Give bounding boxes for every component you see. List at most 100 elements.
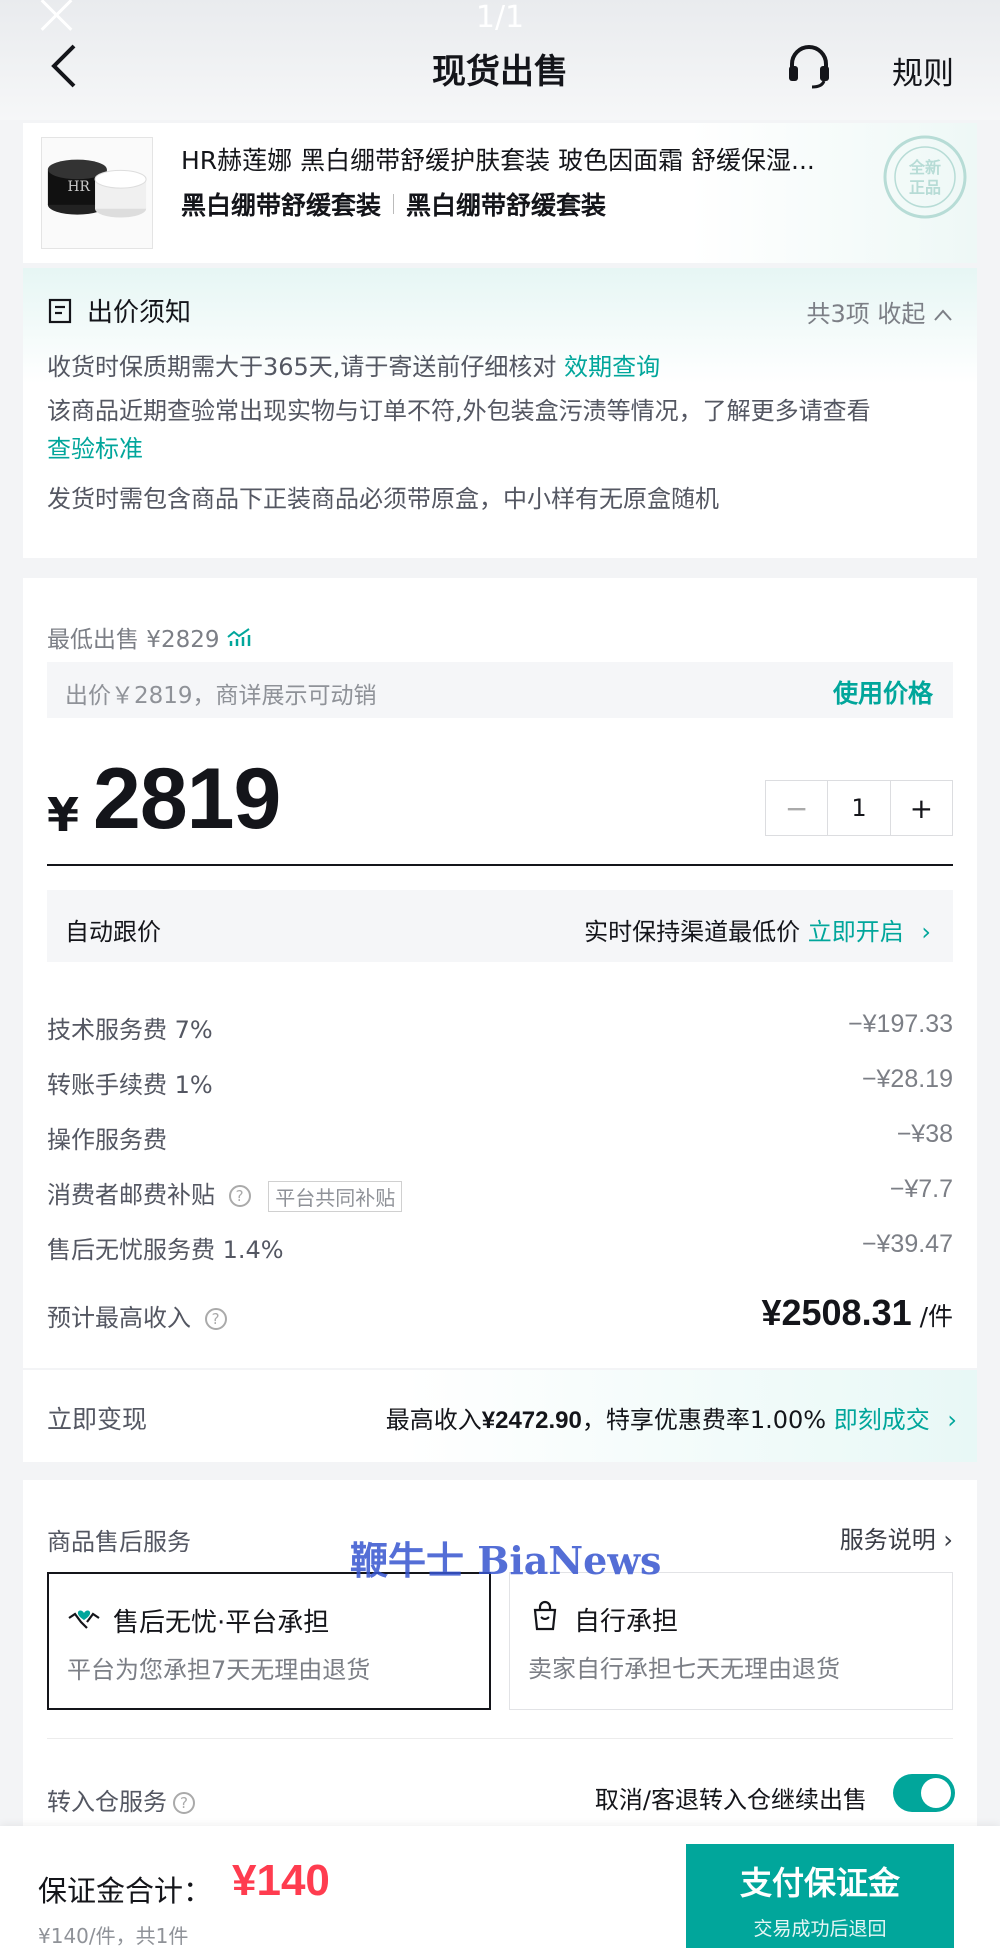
customer-service-icon[interactable] [786,42,832,90]
help-icon[interactable]: ? [228,1185,251,1207]
fee-label: 消费者邮费补贴 [47,1181,215,1209]
watermark: 鞭牛士 BiaNews [350,1538,662,1583]
option-title: 售后无忧·平台承担 [113,1608,330,1638]
trend-chart-icon [227,628,251,646]
warehouse-service-label: 转入仓服务? [47,1782,195,1817]
fee-amount: −¥38 [896,1120,953,1148]
notice-item: 该商品近期查验常出现实物与订单不符,外包装盒污渍等情况，了解更多请查看 查验标准 [47,392,957,468]
estimated-income-row: 预计最高收入 ? ¥2508.31 /件 [47,1292,953,1348]
handshake-heart-icon [68,1610,100,1629]
quantity-increase-button[interactable]: + [891,781,952,835]
pager-indicator: 1/1 [475,0,525,35]
enable-now-link[interactable]: 立即开启 [808,918,904,946]
product-specs: 黑白绷带舒缓套装 黑白绷带舒缓套装 [181,186,606,222]
product-thumbnail: HR [41,137,153,249]
quantity-value[interactable]: 1 [827,781,891,835]
rules-link[interactable]: 规则 [892,48,954,93]
income-amount: ¥2508.31 [761,1292,912,1333]
fee-amount: −¥7.7 [889,1175,953,1203]
deposit-label: 保证金合计： [38,1874,213,1908]
instant-cash-row[interactable]: 立即变现 最高收入¥2472.90，特享优惠费率1.00% 即刻成交 › [23,1370,977,1462]
notice-collapse-toggle[interactable]: 共3项 收起 [806,294,953,329]
notice-item: 发货时需包含商品下正装商品必须带原盒，中小样有无原盒随机 [47,480,957,518]
chevron-right-icon: › [921,918,931,946]
fee-row: 消费者邮费补贴 ? 平台共同补贴 −¥7.7 [47,1175,953,1212]
svg-text:HR: HR [68,179,91,195]
cash-prefix: 最高收入 [385,1406,482,1434]
fee-row: 售后无忧服务费 1.4% −¥39.47 [47,1230,953,1266]
instant-deal-link[interactable]: 即刻成交 [834,1406,930,1434]
auto-follow-row[interactable]: 自动跟价 实时保持渠道最低价 立即开启 › [47,890,953,962]
auto-follow-label: 自动跟价 [65,918,161,946]
quantity-decrease-button[interactable]: − [766,781,827,835]
fee-label: 售后无忧服务费 1.4% [47,1236,284,1264]
cash-amount: ¥2472.90 [481,1407,582,1434]
transfer-label: 转入仓服务 [47,1788,167,1816]
fee-label: 操作服务费 [47,1126,167,1154]
auto-follow-desc: 实时保持渠道最低价 [584,918,808,946]
subsidy-tag: 平台共同补贴 [268,1180,403,1212]
bid-hint-text: 出价￥2819，商详展示可动销 [65,683,377,709]
product-name: HR赫莲娜 黑白绷带舒缓护肤套装 玻色因面霜 舒缓保湿... [181,146,815,175]
income-value: ¥2508.31 /件 [761,1292,953,1334]
use-price-button[interactable]: 使用价格 [833,674,933,710]
top-bar: 1/1 现货出售 规则 [0,0,1000,120]
pay-deposit-button[interactable]: 支付保证金 交易成功后退回 [686,1844,954,1948]
bid-notice-card: 出价须知 共3项 收起 收货时保质期需大于365天,请于寄送前仔细核对 效期查询… [23,268,977,558]
pay-label: 支付保证金 [739,1864,900,1902]
bid-hint-bar: 出价￥2819，商详展示可动销 使用价格 [47,662,953,718]
help-icon[interactable]: ? [173,1792,195,1814]
help-icon[interactable]: ? [204,1308,227,1330]
service-option-platform[interactable]: 售后无忧·平台承担 平台为您承担7天无理由退货 [47,1572,491,1710]
inspection-standard-link[interactable]: 查验标准 [47,435,143,463]
warehouse-toggle[interactable] [893,1774,955,1812]
lowest-price[interactable]: 最低出售 ¥2829 [47,620,251,654]
svg-text:全新: 全新 [908,158,941,177]
instant-cash-label: 立即变现 [47,1405,148,1434]
notice-text: 该商品近期查验常出现实物与订单不符,外包装盒污渍等情况，了解更多请查看 [47,397,871,425]
notice-text: 收货时保质期需大于365天,请于寄送前仔细核对 [47,353,565,381]
notice-count: 共3项 收起 [806,300,926,328]
cash-suffix: ，特享优惠费率1.00% [581,1406,834,1434]
lowest-price-label: 最低出售 ¥2829 [47,627,220,653]
option-desc: 卖家自行承担七天无理由退货 [528,1655,840,1683]
chevron-up-icon [934,309,952,321]
income-unit: /件 [911,1302,953,1331]
svg-text:正品: 正品 [909,178,941,197]
fee-row: 技术服务费 7% −¥197.33 [47,1010,953,1046]
option-title: 自行承担 [574,1607,679,1637]
income-label: 预计最高收入 [47,1304,191,1332]
notice-title: 出价须知 [87,298,192,328]
option-desc: 平台为您承担7天无理由退货 [67,1656,371,1684]
quantity-stepper: − 1 + [765,780,953,836]
fee-row: 转账手续费 1% −¥28.19 [47,1065,953,1101]
auto-follow-action[interactable]: 实时保持渠道最低价 立即开启 › [584,912,931,947]
shopping-bag-icon [533,1600,557,1631]
fee-row: 操作服务费 −¥38 [47,1120,953,1156]
service-option-self[interactable]: 自行承担 卖家自行承担七天无理由退货 [509,1572,953,1710]
fee-amount: −¥197.33 [848,1010,953,1038]
instant-cash-detail[interactable]: 最高收入¥2472.90，特享优惠费率1.00% 即刻成交 › [386,1400,957,1435]
deposit-breakdown: ¥140/件，共1件 [38,1924,189,1948]
authentic-stamp-icon: 全新 正品 [883,135,967,219]
notice-icon [48,298,72,323]
fee-amount: −¥39.47 [861,1230,953,1258]
service-title: 商品售后服务 [47,1528,191,1556]
bid-price-input[interactable]: 2819 [93,750,281,849]
service-explain-link[interactable]: 服务说明 › [840,1520,953,1555]
fee-label: 技术服务费 7% [47,1016,213,1044]
product-card[interactable]: HR HR赫莲娜 黑白绷带舒缓护肤套装 玻色因面霜 舒缓保湿... 黑白绷带舒缓… [23,123,977,263]
spec-label: 黑白绷带舒缓套装 [406,191,607,220]
price-underline [47,864,953,866]
price-card: 最低出售 ¥2829 出价￥2819，商详展示可动销 使用价格 ¥ 2819 −… [23,578,977,1368]
transfer-desc: 取消/客退转入仓继续出售 [594,1786,867,1814]
notice-header: 出价须知 [47,292,191,329]
expiry-check-link[interactable]: 效期查询 [564,353,660,381]
divider [47,1738,953,1739]
fee-amount: −¥28.19 [861,1065,953,1093]
bottom-bar: 保证金合计： ¥140 ¥140/件，共1件 支付保证金 交易成功后退回 [0,1826,1000,1948]
spec-label: 黑白绷带舒缓套装 [181,191,382,220]
spec-divider [393,194,395,214]
page-title: 现货出售 [432,52,568,92]
deposit-total: ¥140 [232,1856,330,1905]
